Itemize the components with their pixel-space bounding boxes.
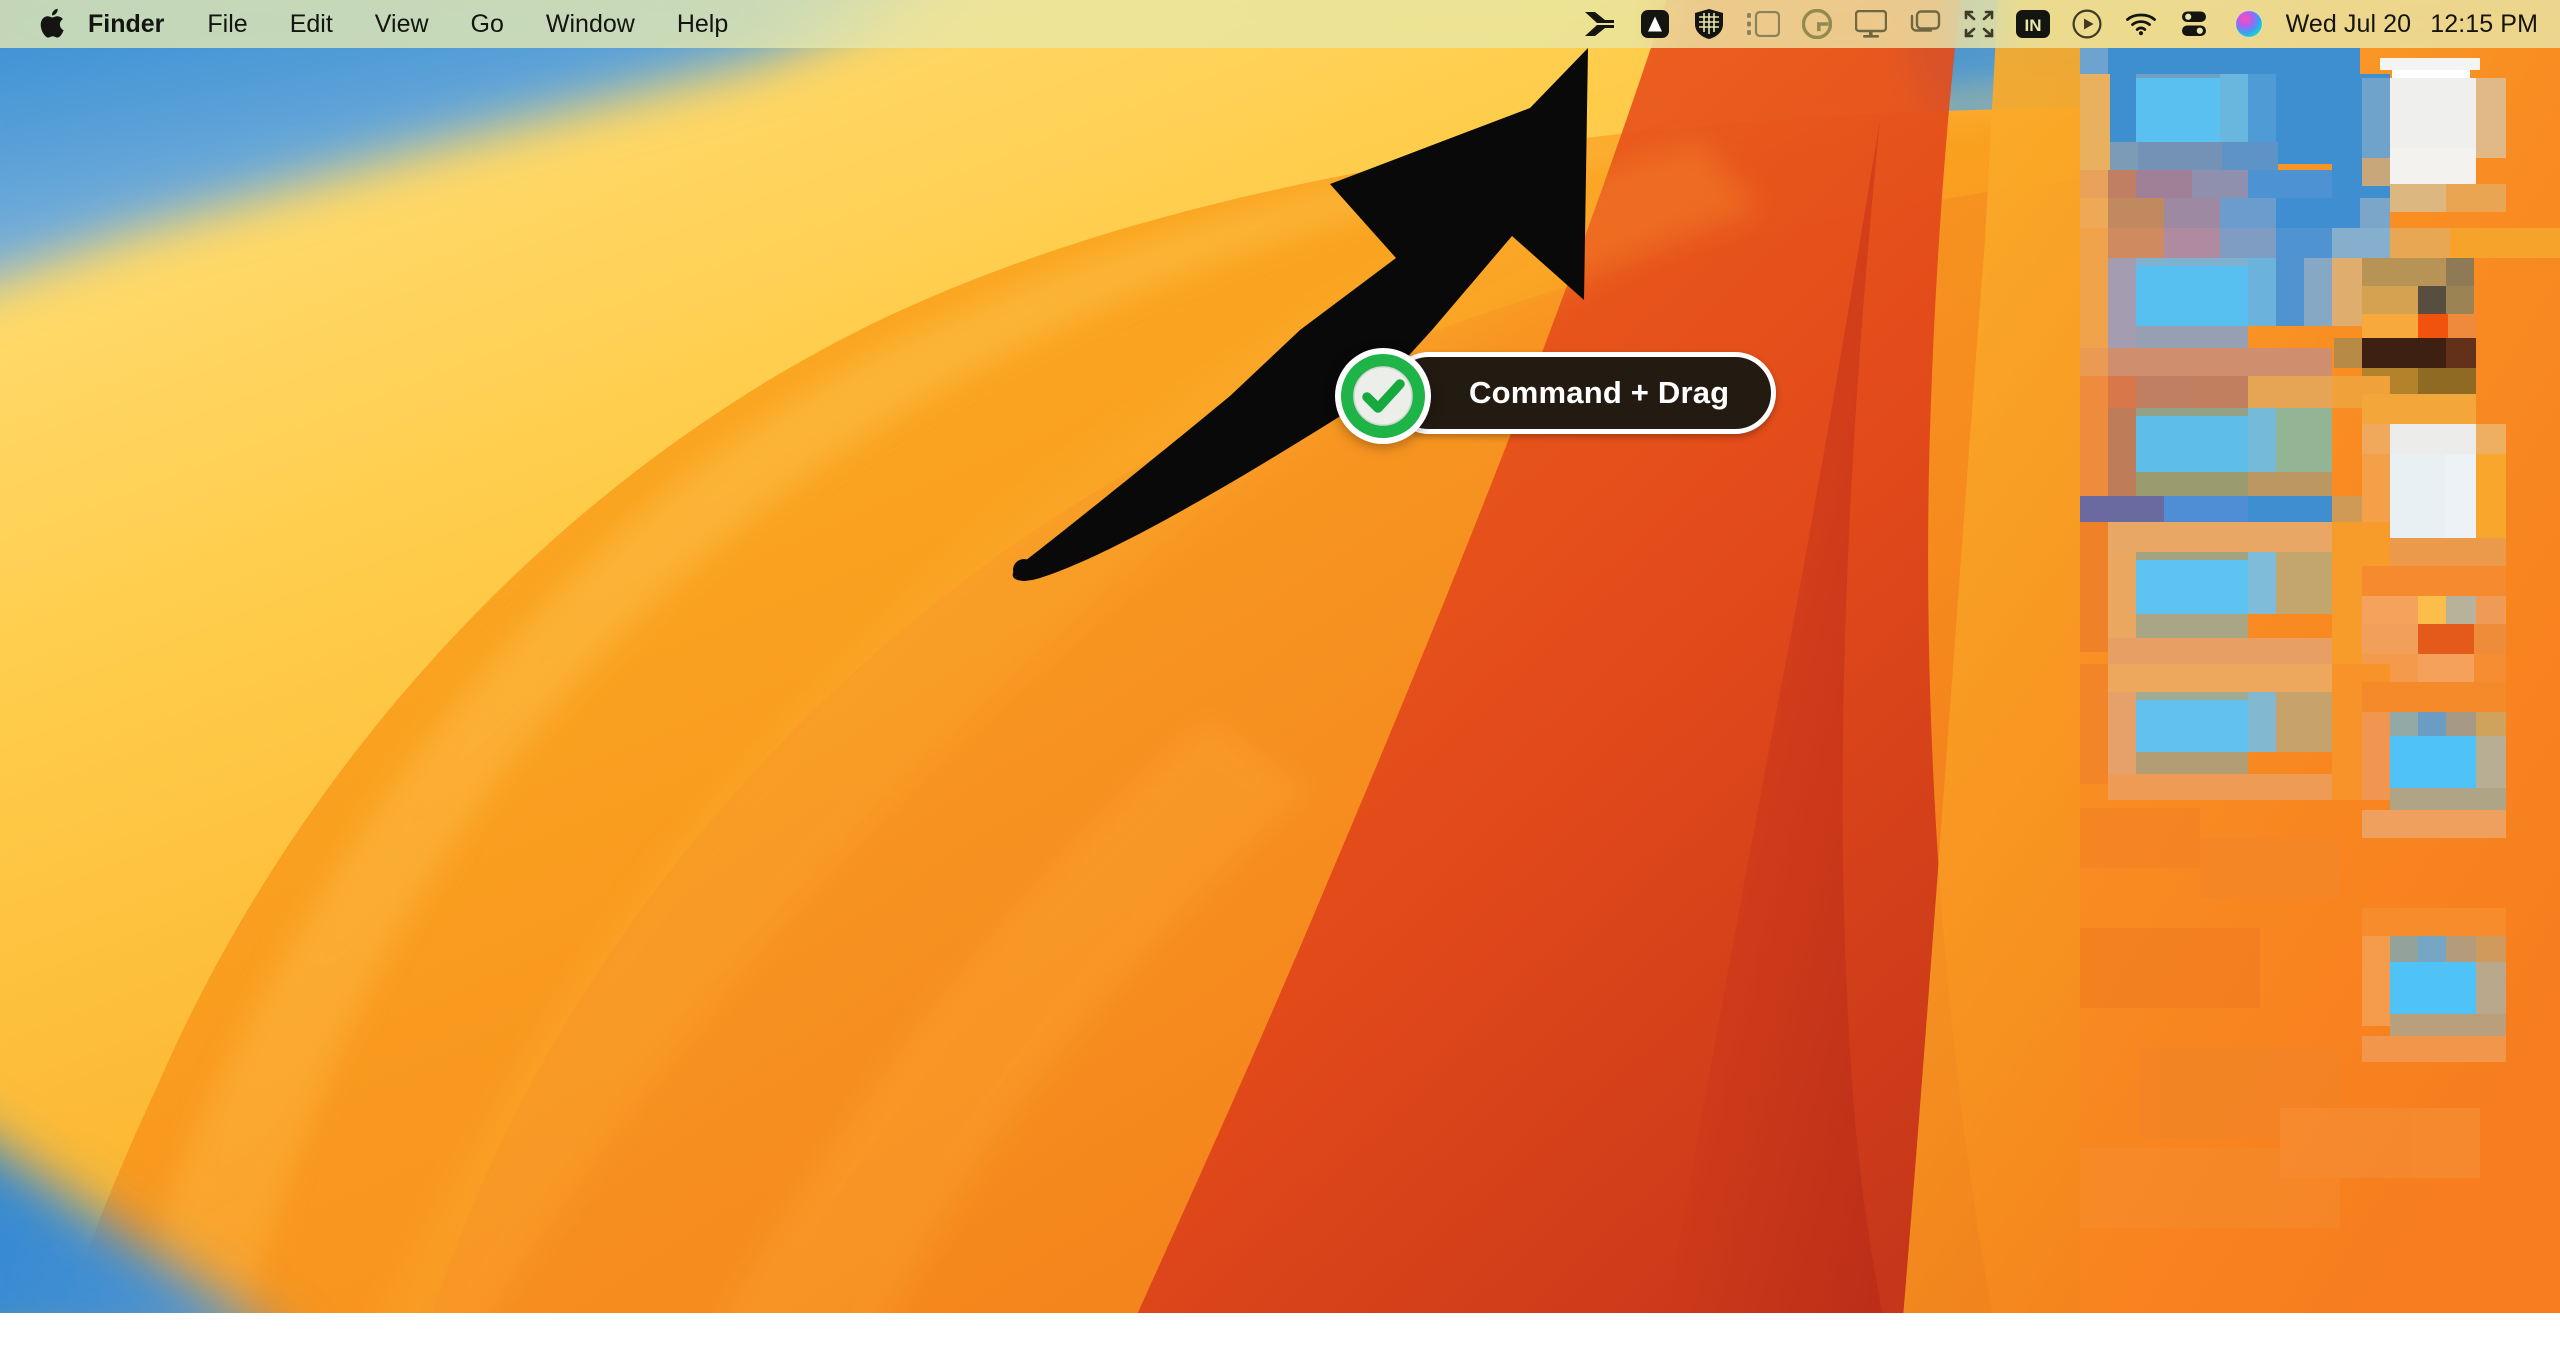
pixelated-icons-graphic bbox=[2080, 48, 2560, 1313]
command-drag-callout[interactable]: Command + Drag bbox=[1333, 338, 1433, 448]
green-check-circle-icon bbox=[1333, 346, 1433, 446]
display-monitor-icon[interactable] bbox=[1844, 0, 1898, 48]
grammarly-icon[interactable] bbox=[1790, 0, 1844, 48]
desktop-wallpaper[interactable]: Finder File Edit View Go Window Help bbox=[0, 0, 2560, 1313]
chevrons-right-icon[interactable] bbox=[1574, 0, 1628, 48]
menu-item-go[interactable]: Go bbox=[450, 12, 525, 37]
shield-grid-icon[interactable] bbox=[1682, 0, 1736, 48]
menu-item-edit[interactable]: Edit bbox=[269, 12, 354, 37]
clock-time: 12:15 PM bbox=[2430, 10, 2538, 39]
menu-item-help[interactable]: Help bbox=[656, 12, 749, 37]
siri-orb-icon[interactable] bbox=[2222, 0, 2276, 48]
menu-item-view[interactable]: View bbox=[354, 12, 450, 37]
menu-item-window[interactable]: Window bbox=[525, 12, 656, 37]
screen-root: Finder File Edit View Go Window Help bbox=[0, 0, 2560, 1354]
menu-bar: Finder File Edit View Go Window Help bbox=[0, 0, 2560, 48]
menu-item-file[interactable]: File bbox=[186, 12, 268, 37]
apple-logo-icon[interactable] bbox=[30, 0, 70, 48]
menu-bar-clock[interactable]: Wed Jul 20 12:15 PM bbox=[2276, 10, 2538, 39]
page-white-area bbox=[0, 1313, 2560, 1354]
callout-label: Command + Drag bbox=[1469, 375, 1729, 411]
menu-item-finder[interactable]: Finder bbox=[70, 12, 186, 37]
censored-desktop-icons[interactable] bbox=[2080, 48, 2560, 1313]
clock-date: Wed Jul 20 bbox=[2286, 10, 2412, 39]
in-badge-icon[interactable]: IN bbox=[2006, 0, 2060, 48]
control-center-icon[interactable] bbox=[2168, 0, 2222, 48]
menu-bar-left: Finder File Edit View Go Window Help bbox=[0, 0, 749, 48]
wifi-icon[interactable] bbox=[2114, 0, 2168, 48]
sidebar-window-icon[interactable] bbox=[1736, 0, 1790, 48]
window-stack-icon[interactable] bbox=[1898, 0, 1952, 48]
affinity-triangle-icon[interactable] bbox=[1628, 0, 1682, 48]
play-circle-icon[interactable] bbox=[2060, 0, 2114, 48]
fullscreen-arrows-icon[interactable] bbox=[1952, 0, 2006, 48]
menu-bar-status-area: IN bbox=[1574, 0, 2560, 48]
callout-pill[interactable]: Command + Drag bbox=[1388, 352, 1776, 434]
svg-text:IN: IN bbox=[2024, 16, 2041, 35]
